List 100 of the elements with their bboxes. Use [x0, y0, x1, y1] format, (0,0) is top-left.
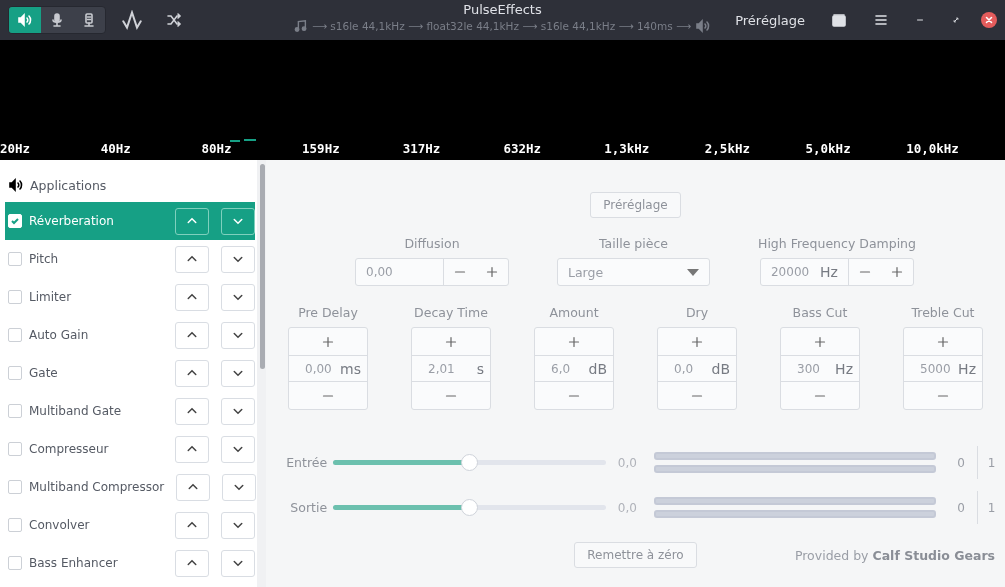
scrollbar-thumb[interactable] — [260, 164, 265, 369]
plugin-item[interactable]: Pitch — [5, 240, 255, 278]
sidebar-header: Applications — [30, 177, 107, 193]
control-label: Decay Time — [414, 305, 488, 320]
spin-field[interactable]: 20000 Hz — [760, 258, 914, 286]
gain-label: Sortie — [289, 500, 328, 515]
plus-icon — [486, 266, 498, 278]
move-up-button[interactable] — [175, 549, 209, 577]
plus-icon — [691, 335, 703, 348]
scrollbar[interactable] — [257, 160, 266, 587]
checkbox[interactable] — [8, 328, 22, 342]
control-label: Diffusion — [404, 236, 460, 251]
move-down-button[interactable] — [221, 245, 255, 273]
move-up-button[interactable] — [175, 397, 209, 425]
checkbox[interactable] — [8, 366, 22, 380]
plugin-name: Auto Gain — [29, 328, 90, 342]
peak-value: 1 — [987, 500, 996, 515]
checkbox[interactable] — [8, 518, 22, 532]
size-dropdown[interactable]: Large — [557, 258, 710, 286]
plugin-item[interactable]: Auto Gain — [5, 316, 255, 354]
control-label: High Frequency Damping — [758, 236, 916, 251]
move-up-button[interactable] — [175, 511, 209, 539]
preset-button[interactable]: Préréglage — [590, 192, 681, 218]
plugin-item[interactable]: Gate — [5, 354, 255, 392]
plus-icon — [891, 266, 903, 278]
move-down-button[interactable] — [221, 321, 255, 349]
control-label: Pre Delay — [298, 305, 358, 320]
plugin-item[interactable]: Bass Enhancer — [5, 544, 255, 582]
music-note-icon — [293, 19, 308, 33]
plugin-name: Convolver — [29, 518, 91, 532]
plus-icon — [322, 335, 334, 348]
move-up-button[interactable] — [175, 207, 209, 235]
close-button[interactable] — [981, 12, 997, 28]
checkbox[interactable] — [8, 442, 22, 456]
move-up-button[interactable] — [176, 473, 211, 501]
frequency-label: 2,5kHz — [704, 142, 750, 156]
frequency-label: 5,0kHz — [805, 142, 851, 156]
output-tab[interactable] — [9, 7, 41, 33]
credit-text: Provided by Calf Studio Gears — [794, 547, 995, 563]
plugin-item[interactable]: Compresseur — [5, 430, 255, 468]
slider-handle[interactable] — [461, 454, 479, 471]
plugin-item[interactable]: Multiband Compressor — [5, 468, 255, 506]
move-up-button[interactable] — [175, 245, 209, 273]
preset-button[interactable]: Préréglage — [729, 8, 811, 32]
move-up-button[interactable] — [175, 283, 209, 311]
plugin-name: Multiband Gate — [29, 404, 123, 418]
move-up-button[interactable] — [175, 435, 209, 463]
checkbox[interactable] — [8, 404, 22, 418]
spin-field[interactable]: 0,00 — [355, 258, 509, 286]
check-icon — [10, 216, 20, 226]
move-up-button[interactable] — [175, 321, 209, 349]
move-down-button[interactable] — [221, 207, 255, 235]
plus-icon — [568, 335, 580, 348]
plugin-name: Limiter — [29, 290, 73, 304]
plugin-name: Pitch — [29, 252, 60, 266]
frequency-label: 632Hz — [503, 142, 542, 156]
move-down-button[interactable] — [221, 283, 255, 311]
dropdown-arrow-icon — [687, 268, 699, 276]
control-label: Amount — [549, 305, 599, 320]
plugin-name: Réverberation — [29, 214, 115, 228]
control-label: Bass Cut — [792, 305, 848, 320]
checkbox[interactable] — [8, 252, 22, 266]
device-icon — [81, 12, 97, 28]
move-down-button[interactable] — [221, 549, 255, 577]
move-down-button[interactable] — [222, 473, 257, 501]
menu-icon — [873, 12, 889, 28]
frequency-label: 40Hz — [100, 142, 131, 156]
plugin-name: Multiband Compressor — [29, 480, 165, 494]
move-down-button[interactable] — [221, 397, 255, 425]
plugin-item[interactable]: Multiband Gate — [5, 392, 255, 430]
peak-value: 0 — [956, 500, 965, 515]
plugin-item[interactable]: Convolver — [5, 506, 255, 544]
plugin-item[interactable]: Limiter — [5, 278, 255, 316]
shuffle-icon — [166, 12, 182, 28]
close-icon — [984, 15, 994, 25]
maximize-icon — [951, 15, 961, 25]
plus-icon — [814, 335, 826, 348]
move-down-button[interactable] — [221, 435, 255, 463]
checkbox[interactable] — [8, 480, 22, 494]
plugin-item[interactable]: Réverberation — [5, 202, 255, 240]
reset-button[interactable]: Remettre à zéro — [574, 542, 697, 568]
frequency-label: 317Hz — [402, 142, 441, 156]
frequency-label: 10,0kHz — [906, 142, 959, 156]
plus-icon — [445, 335, 457, 348]
peak-value: 1 — [987, 455, 996, 470]
frequency-label: 80Hz — [201, 142, 232, 156]
move-down-button[interactable] — [221, 511, 255, 539]
frequency-label: 159Hz — [302, 142, 340, 156]
slider-handle[interactable] — [461, 499, 479, 516]
gain-label: Entrée — [285, 455, 328, 470]
plugin-name: Gate — [29, 366, 59, 380]
move-down-button[interactable] — [221, 359, 255, 387]
move-up-button[interactable] — [175, 359, 209, 387]
peak-value: 0 — [956, 455, 965, 470]
plugin-name: Bass Enhancer — [29, 556, 119, 570]
checkbox[interactable] — [8, 556, 22, 570]
gain-reading: 0,0 — [617, 500, 638, 515]
control-label: Dry — [685, 305, 709, 320]
speaker-icon — [17, 12, 33, 28]
checkbox[interactable] — [8, 290, 22, 304]
